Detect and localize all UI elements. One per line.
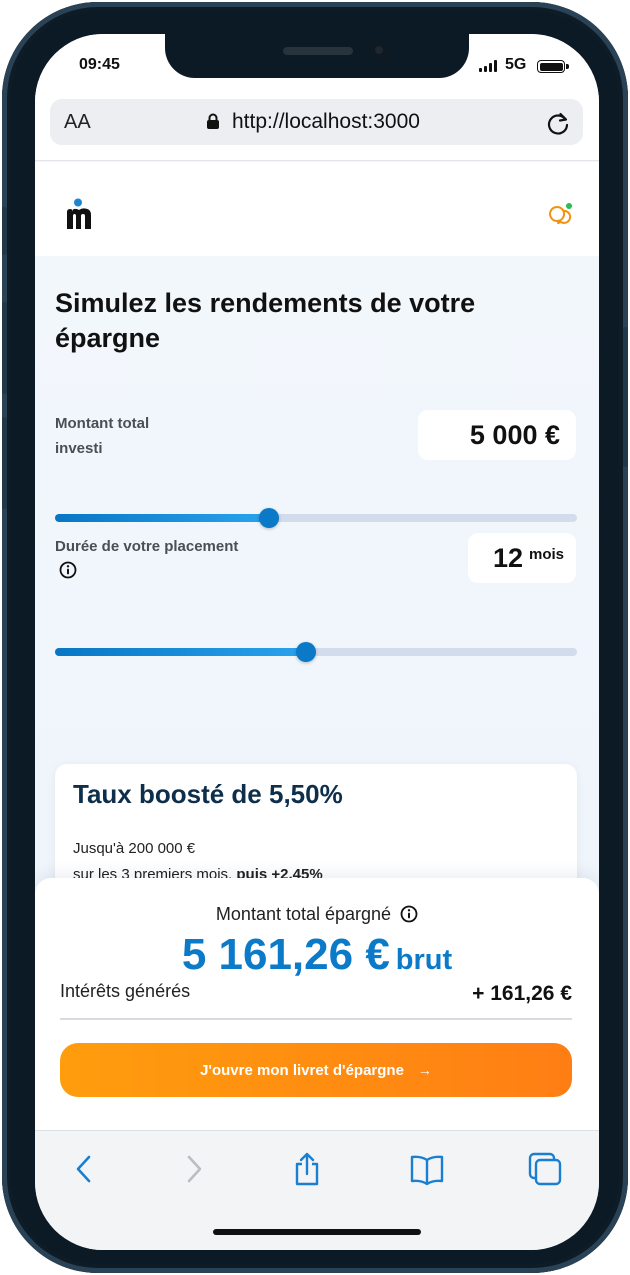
amount-label: Montant total investi [55,415,150,457]
forward-icon[interactable] [175,1151,211,1187]
interest-label: Intérêts générés [60,981,191,1001]
interest-value: + 161,26 € [472,982,572,1005]
duration-slider-fill [55,648,306,656]
reload-icon[interactable] [544,109,572,137]
amount-slider-fill [55,514,270,522]
signal-icon [479,60,499,72]
total-amount-value: 5 161,26 € [181,930,390,979]
phone-frame: 09:45 5G AA http://localhost:3000 Simule… [2,2,628,1273]
share-icon[interactable] [289,1151,325,1187]
browser-toolbar [35,1130,599,1250]
mute-switch [2,207,7,255]
amount-slider-thumb[interactable] [259,508,280,528]
network-type: 5G [505,56,527,73]
duration-slider[interactable] [55,642,577,662]
total-label-text: Montant total épargné [215,904,392,924]
tabs-icon[interactable] [527,1151,563,1187]
text-size-button[interactable]: AA [64,111,91,134]
arrow-right-icon: → [417,1062,432,1078]
lock-icon [207,113,219,129]
rate-line-1: Jusqu'à 200 000 € [73,840,196,857]
amount-input[interactable]: 5 000 € [418,410,576,460]
back-icon[interactable] [67,1151,103,1187]
divider [60,1018,572,1020]
duration-slider-thumb[interactable] [295,642,316,662]
notch [165,34,469,78]
page-title: Simulez les rendements de votre épargne [55,288,476,353]
duration-input[interactable]: 12 mois [468,533,576,583]
home-indicator [213,1229,421,1235]
rate-title: Taux boosté de 5,50% [73,779,343,809]
bookmarks-icon[interactable] [409,1151,445,1187]
m-logo-icon[interactable] [65,198,95,230]
status-time: 09:45 [79,56,120,73]
address-bar[interactable]: AA http://localhost:3000 [50,99,583,145]
camera-icon [371,42,387,58]
volume-down-button [2,417,7,509]
url-text[interactable]: http://localhost:3000 [232,110,420,134]
volume-up-button [2,302,7,394]
savings-summary: Montant total épargné 5 161,26 € brut Int… [35,878,599,1130]
duration-value: 12 [492,543,523,573]
open-savings-account-button[interactable]: J'ouvre mon livret d'épargne → [60,1043,572,1097]
power-button [623,327,628,467]
battery-icon [537,60,569,73]
info-icon[interactable] [400,905,418,923]
chat-icon[interactable] [547,202,573,226]
cta-label: J'ouvre mon livret d'épargne [200,1062,404,1079]
total-label: Montant total épargné [35,904,599,925]
duration-unit: mois [528,546,564,563]
duration-label-text: Durée de votre placement [55,538,239,555]
total-amount: 5 161,26 € brut [35,930,599,980]
amount-slider[interactable] [55,508,577,528]
browser-address-area: AA http://localhost:3000 [35,94,599,161]
total-amount-suffix: brut [395,944,453,976]
site-header [35,162,599,256]
duration-label: Durée de votre placement [55,534,255,584]
speaker-grille [283,47,353,55]
info-icon[interactable] [59,561,77,579]
phone-screen: 09:45 5G AA http://localhost:3000 Simule… [35,34,599,1250]
